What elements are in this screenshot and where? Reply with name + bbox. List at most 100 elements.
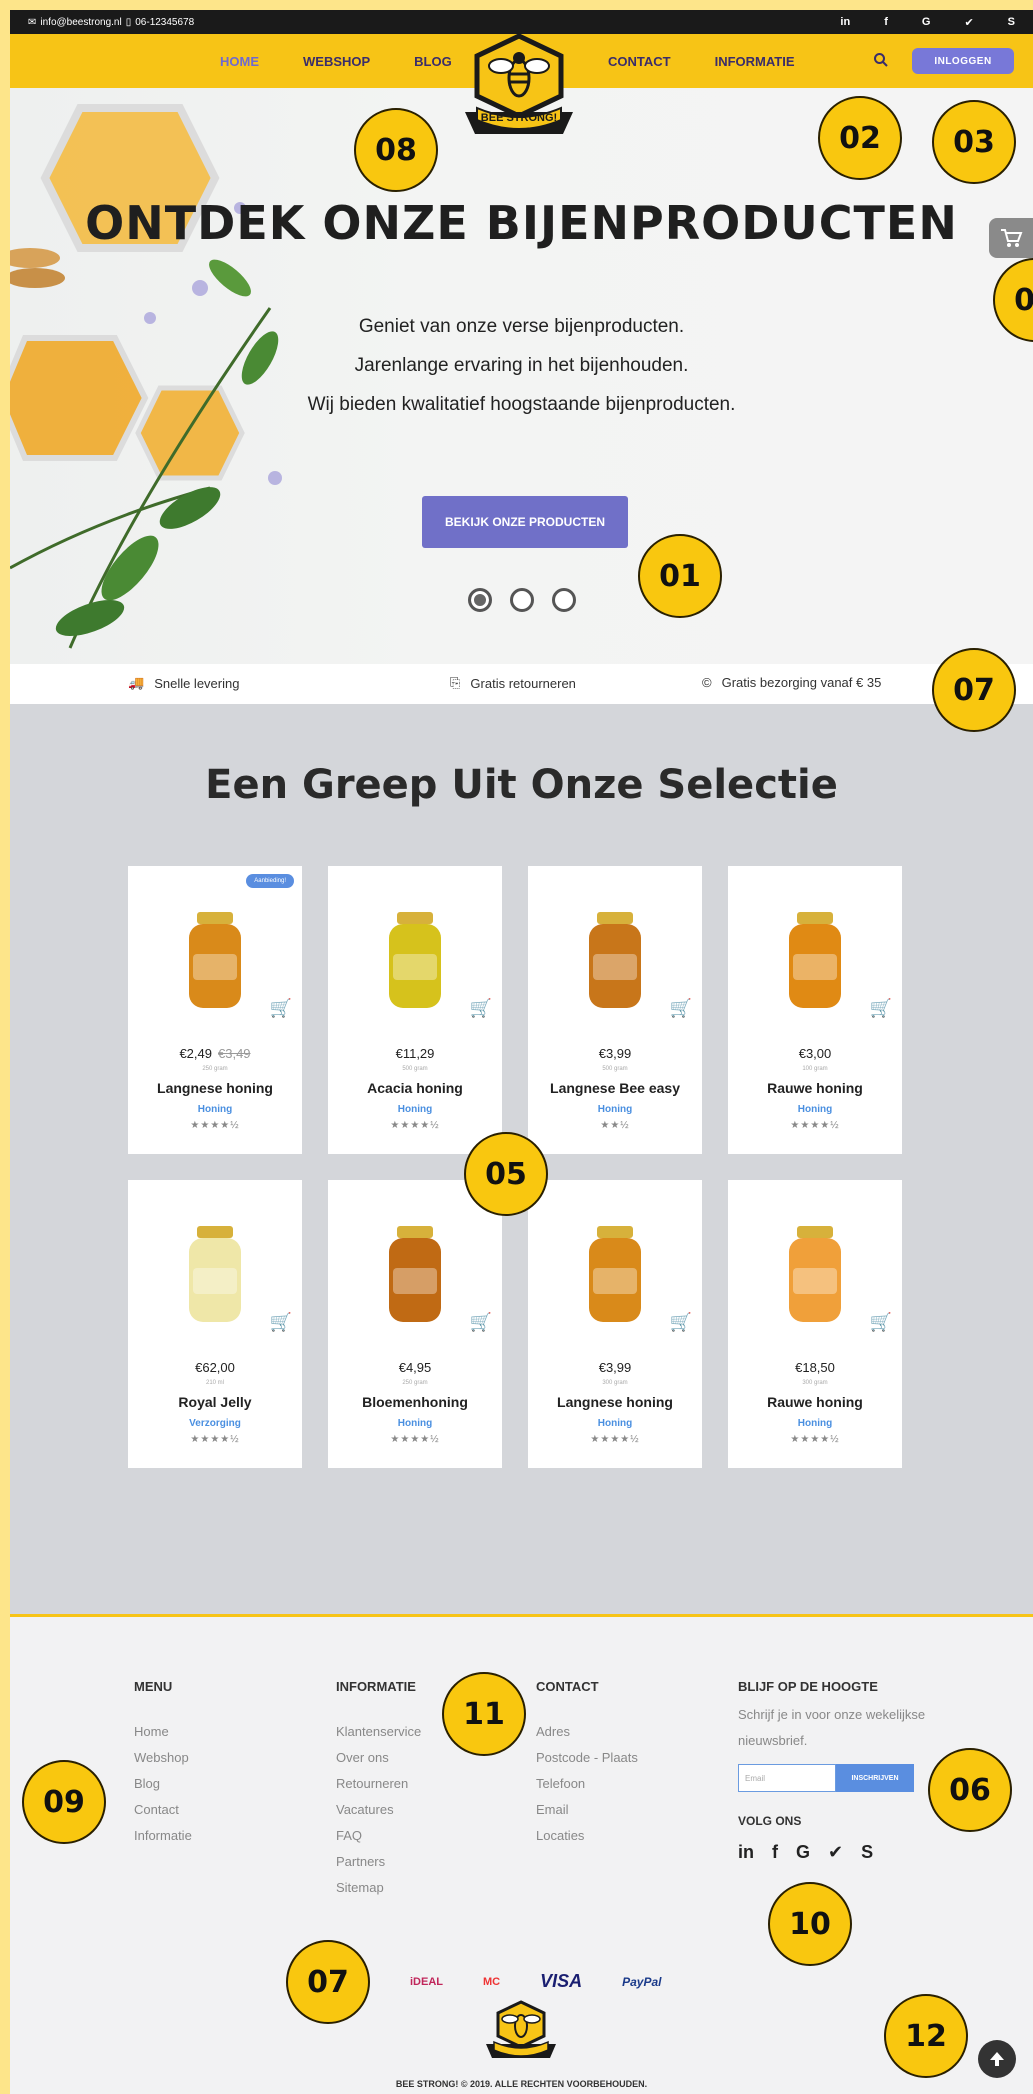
add-to-cart-icon[interactable]: 🛒 [270,1312,292,1333]
topbar-phone[interactable]: 06-12345678 [135,17,194,28]
product-image[interactable] [175,1220,255,1330]
add-to-cart-icon[interactable]: 🛒 [870,998,892,1019]
login-button[interactable]: INLOGGEN [912,48,1014,74]
product-current-price: €2,49 [179,1046,212,1061]
nav-informatie[interactable]: INFORMATIE [715,54,795,69]
product-card[interactable]: 🛒 €3,99 300 gram Langnese honing Honing ★★★★½ [528,1180,702,1468]
product-price: €3,00 [728,1046,902,1061]
add-to-cart-icon[interactable]: 🛒 [870,1312,892,1333]
footer-link-home[interactable]: Home [134,1724,192,1750]
product-category[interactable]: Honing [528,1418,702,1429]
nav-home[interactable]: HOME [220,54,259,69]
product-card[interactable]: 🛒 €3,99 500 gram Langnese Bee easy Honing ★★½ [528,866,702,1154]
skype-icon[interactable]: S [861,1842,873,1863]
nav-contact[interactable]: CONTACT [608,54,671,69]
add-to-cart-icon[interactable]: 🛒 [670,998,692,1019]
slider-dot-3[interactable] [552,588,576,612]
product-name[interactable]: Bloemenhoning [328,1394,502,1410]
usp-returns-label: Gratis retourneren [470,675,576,691]
search-icon[interactable] [872,52,890,70]
product-category[interactable]: Honing [528,1104,702,1115]
slider-dot-2[interactable] [510,588,534,612]
cart-icon[interactable] [989,218,1033,258]
product-name[interactable]: Acacia honing [328,1080,502,1096]
add-to-cart-icon[interactable]: 🛒 [270,998,292,1019]
marker-09: 09 [22,1760,106,1844]
logo-text: BEE STRONG! [480,112,558,124]
product-name[interactable]: Langnese honing [528,1394,702,1410]
footer-link-postcode[interactable]: Postcode - Plaats [536,1750,638,1776]
product-current-price: €11,29 [395,1046,435,1061]
footer-link-sitemap[interactable]: Sitemap [336,1880,421,1906]
footer-link-klantenservice[interactable]: Klantenservice [336,1724,421,1750]
twitter-icon[interactable]: ✔ [964,16,973,29]
product-card[interactable]: 🛒 €4,95 250 gram Bloemenhoning Honing ★★★★½ [328,1180,502,1468]
product-image[interactable] [775,1220,855,1330]
view-products-button[interactable]: BEKIJK ONZE PRODUCTEN [422,496,628,548]
facebook-icon[interactable]: f [884,16,888,29]
footer-link-blog[interactable]: Blog [134,1776,192,1802]
product-card[interactable]: 🛒 €3,00 100 gram Rauwe honing Honing ★★★★½ [728,866,902,1154]
nav-blog[interactable]: BLOG [414,54,452,69]
footer-link-retourneren[interactable]: Retourneren [336,1776,421,1802]
product-category[interactable]: Honing [728,1104,902,1115]
product-card[interactable]: Aanbieding! 🛒 €2,49 €3,49 250 gram Langnese h… [128,866,302,1154]
footer-link-vacatures[interactable]: Vacatures [336,1802,421,1828]
footer-link-email[interactable]: Email [536,1802,638,1828]
product-category[interactable]: Honing [328,1104,502,1115]
product-image[interactable] [575,906,655,1016]
return-box-icon: ⎘ [450,675,461,690]
visa-icon: VISA [540,1971,583,1991]
product-image[interactable] [175,906,255,1016]
footer-link-informatie[interactable]: Informatie [134,1828,192,1854]
add-to-cart-icon[interactable]: 🛒 [670,1312,692,1333]
footer-link-faq[interactable]: FAQ [336,1828,421,1854]
product-name[interactable]: Rauwe honing [728,1394,902,1410]
google-icon[interactable]: G [796,1842,810,1863]
skype-icon[interactable]: S [1008,16,1015,29]
footer-link-partners[interactable]: Partners [336,1854,421,1880]
footer-logo[interactable] [482,2000,560,2064]
add-to-cart-icon[interactable]: 🛒 [470,998,492,1019]
google-icon[interactable]: G [922,16,931,29]
product-category[interactable]: Honing [728,1418,902,1429]
newsletter-title: BLIJF OP DE HOOGTE [738,1679,878,1694]
product-category[interactable]: Verzorging [128,1418,302,1429]
scroll-to-top-button[interactable] [978,2040,1016,2078]
footer-link-locaties[interactable]: Locaties [536,1828,638,1854]
product-size: 250 gram [202,1066,228,1072]
product-card[interactable]: 🛒 €11,29 500 gram Acacia honing Honing ★★★★½ [328,866,502,1154]
twitter-icon[interactable]: ✔ [828,1842,843,1863]
footer-link-contact[interactable]: Contact [134,1802,192,1828]
product-name[interactable]: Rauwe honing [728,1080,902,1096]
product-category[interactable]: Honing [128,1104,302,1115]
site-logo[interactable]: BEE STRONG! [455,33,583,144]
page: ✉ info@beestrong.nl ▯ 06-12345678 in f G… [10,10,1033,2094]
footer-link-over-ons[interactable]: Over ons [336,1750,421,1776]
footer-link-telefoon[interactable]: Telefoon [536,1776,638,1802]
product-image[interactable] [775,906,855,1016]
footer-link-webshop[interactable]: Webshop [134,1750,192,1776]
newsletter-email-input[interactable]: Email [738,1764,836,1792]
product-rating: ★★★★½ [790,1434,840,1445]
linkedin-icon[interactable]: in [840,16,850,29]
product-name[interactable]: Langnese Bee easy [528,1080,702,1096]
linkedin-icon[interactable]: in [738,1842,754,1863]
topbar-email[interactable]: info@beestrong.nl [40,17,121,28]
product-category[interactable]: Honing [328,1418,502,1429]
nav-webshop[interactable]: WEBSHOP [303,54,370,69]
add-to-cart-icon[interactable]: 🛒 [470,1312,492,1333]
facebook-icon[interactable]: f [772,1842,778,1863]
product-card[interactable]: 🛒 €18,50 300 gram Rauwe honing Honing ★★★★½ [728,1180,902,1468]
product-image[interactable] [375,906,455,1016]
newsletter-subscribe-button[interactable]: INSCHRIJVEN [836,1764,914,1792]
usp-delivery-label: Snelle levering [154,675,240,691]
marker-07b: 07 [286,1940,370,2024]
product-name[interactable]: Langnese honing [128,1080,302,1096]
product-card[interactable]: 🛒 €62,00 210 ml Royal Jelly Verzorging ★★★★½ [128,1180,302,1468]
product-image[interactable] [575,1220,655,1330]
slider-dot-1[interactable] [468,588,492,612]
product-image[interactable] [375,1220,455,1330]
product-name[interactable]: Royal Jelly [128,1394,302,1410]
footer-link-adres[interactable]: Adres [536,1724,638,1750]
